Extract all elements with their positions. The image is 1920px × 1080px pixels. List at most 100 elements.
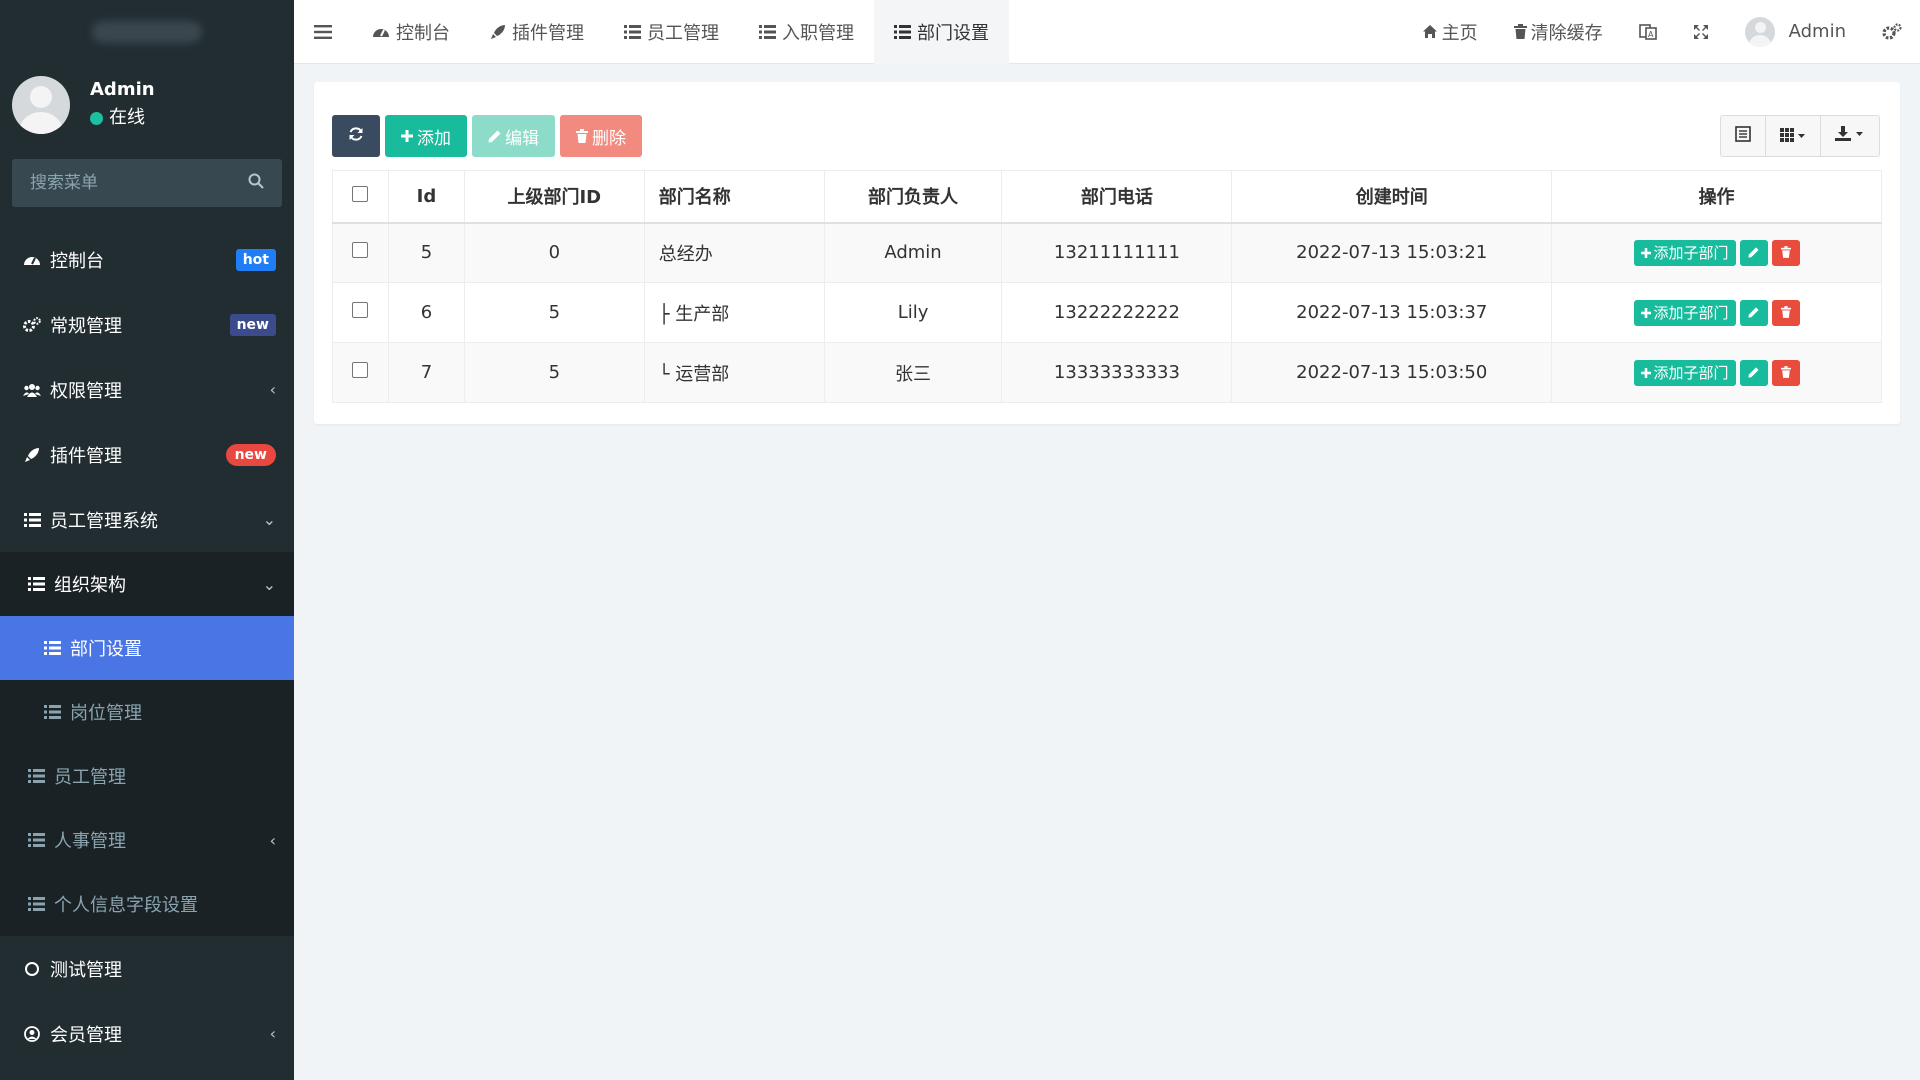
sidebar-item-employee-system[interactable]: 员工管理系统 ⌄ [0,487,294,552]
chevron-down-icon: ⌄ [262,574,276,594]
user-status: 在线 [90,103,155,133]
svg-text:A: A [1648,30,1654,39]
fullscreen-icon[interactable] [1675,0,1727,64]
sidebar-item-positions[interactable]: 岗位管理 [0,680,294,744]
add-button[interactable]: 添加 [385,115,467,157]
sidebar-item-hr[interactable]: 人事管理 ‹ [0,808,294,872]
cell-pid: 5 [463,282,645,343]
download-icon [1835,125,1865,147]
user-menu[interactable]: Admin [1727,0,1864,64]
tab-plugins[interactable]: 插件管理 [470,0,604,64]
sidebar-item-dashboard[interactable]: 控制台 hot [0,227,294,292]
column-header[interactable]: 上级部门ID [463,170,645,224]
navbar-user-name: Admin [1788,21,1846,42]
row-edit-button[interactable] [1739,299,1768,326]
cell-phone: 13333333333 [1001,342,1233,403]
column-header[interactable]: Id [387,170,465,224]
sidebar-item-label: 个人信息字段设置 [54,895,198,916]
edit-button[interactable]: 编辑 [472,115,555,157]
add-sub-department-button[interactable]: 添加子部门 [1633,299,1736,326]
home-link[interactable]: 主页 [1404,0,1496,64]
content-panel: 添加 编辑 删除 Id 上级部门ID 部门名称 部门负责人 部门电话 创建时间 … [314,82,1900,424]
table-row[interactable]: 7 5 └ 运营部 张三 13333333333 2022-07-13 15:0… [332,342,1882,403]
columns-button[interactable] [1766,116,1821,156]
list-icon [22,510,42,530]
table-row[interactable]: 5 0 总经办 Admin 13211111111 2022-07-13 15:… [332,222,1882,283]
row-checkbox[interactable] [352,242,369,259]
cell-pid: 5 [463,342,645,403]
row-checkbox[interactable] [352,362,369,378]
grid-icon [1780,126,1806,147]
chevron-down-icon: ⌄ [262,510,276,529]
table-header-row: Id 上级部门ID 部门名称 部门负责人 部门电话 创建时间 操作 [332,170,1882,224]
row-edit-button[interactable] [1739,359,1768,386]
delete-button[interactable]: 删除 [560,115,642,157]
pencil-icon [1748,242,1759,263]
row-edit-button[interactable] [1739,239,1768,266]
language-icon[interactable]: A [1621,0,1675,64]
menu-toggle-icon[interactable] [294,0,352,64]
sidebar-menu: 控制台 hot 常规管理 new 权限管理 ‹ 插件管理 new 员工管理系统 … [0,227,294,552]
cell-leader: 张三 [823,342,1003,403]
cell-operations: 添加子部门 [1551,282,1882,343]
clear-cache-link[interactable]: 清除缓存 [1496,0,1621,64]
sidebar-item-test[interactable]: 测试管理 [0,936,294,1001]
search-input[interactable] [30,173,230,193]
select-all-checkbox[interactable] [352,185,369,202]
sidebar-item-members[interactable]: 会员管理 ‹ [0,1001,294,1066]
sidebar-item-plugins[interactable]: 插件管理 new [0,422,294,487]
toggle-view-button[interactable] [1721,116,1766,156]
logo[interactable] [0,0,294,64]
tab-employees[interactable]: 员工管理 [604,0,739,64]
column-header[interactable]: 部门名称 [643,170,825,224]
add-sub-department-button[interactable]: 添加子部门 [1633,359,1736,386]
sidebar-menu-bottom: 测试管理 会员管理 ‹ [0,936,294,1066]
row-delete-button[interactable] [1771,359,1800,386]
refresh-icon [348,126,364,147]
tab-department-settings[interactable]: 部门设置 [874,0,1009,64]
home-label: 主页 [1441,22,1478,44]
plus-icon [1640,307,1651,318]
tab-dashboard[interactable]: 控制台 [352,0,470,64]
column-header[interactable]: 部门负责人 [823,170,1003,224]
row-checkbox[interactable] [352,302,369,318]
tab-label: 插件管理 [512,22,584,44]
pencil-icon [488,130,501,143]
add-button-label: 添加 [417,128,451,149]
search-icon[interactable] [248,173,264,194]
cell-leader: Lily [823,282,1003,343]
sidebar-item-label: 会员管理 [50,1024,122,1046]
tab-onboarding[interactable]: 入职管理 [739,0,874,64]
refresh-button[interactable] [332,115,380,157]
sidebar-item-label: 测试管理 [50,959,122,981]
sidebar-item-profile-fields[interactable]: 个人信息字段设置 [0,872,294,936]
sidebar-item-org-structure[interactable]: 组织架构 ⌄ [0,552,294,616]
sidebar-item-permissions[interactable]: 权限管理 ‹ [0,357,294,422]
row-delete-button[interactable] [1771,239,1800,266]
sidebar-item-label: 岗位管理 [70,703,142,724]
user-circle-icon [22,1024,42,1044]
sidebar-item-employees[interactable]: 员工管理 [0,744,294,808]
column-header[interactable]: 部门电话 [1001,170,1233,224]
table-row[interactable]: 6 5 ├ 生产部 Lily 13222222222 2022-07-13 15… [332,282,1882,343]
cell-operations: 添加子部门 [1551,342,1882,403]
cell-name: ├ 生产部 [643,282,825,343]
home-icon [1422,24,1438,39]
cell-id: 5 [387,222,465,283]
pencil-icon [1748,302,1759,323]
settings-cogs-icon[interactable] [1864,0,1920,64]
row-delete-button[interactable] [1771,299,1800,326]
trash-icon [1513,24,1527,39]
list-icon [26,769,46,783]
export-button[interactable] [1821,116,1879,156]
add-sub-department-button[interactable]: 添加子部门 [1633,239,1736,266]
plus-icon [1640,247,1651,258]
avatar [1744,16,1775,47]
online-dot-icon [90,111,103,125]
column-header[interactable]: 创建时间 [1231,170,1553,224]
trash-icon [1780,362,1791,383]
sidebar-item-general[interactable]: 常规管理 new [0,292,294,357]
plus-icon [401,130,413,142]
table-toolbar: 添加 编辑 删除 [332,115,647,157]
sidebar-item-department-settings[interactable]: 部门设置 [0,616,294,680]
